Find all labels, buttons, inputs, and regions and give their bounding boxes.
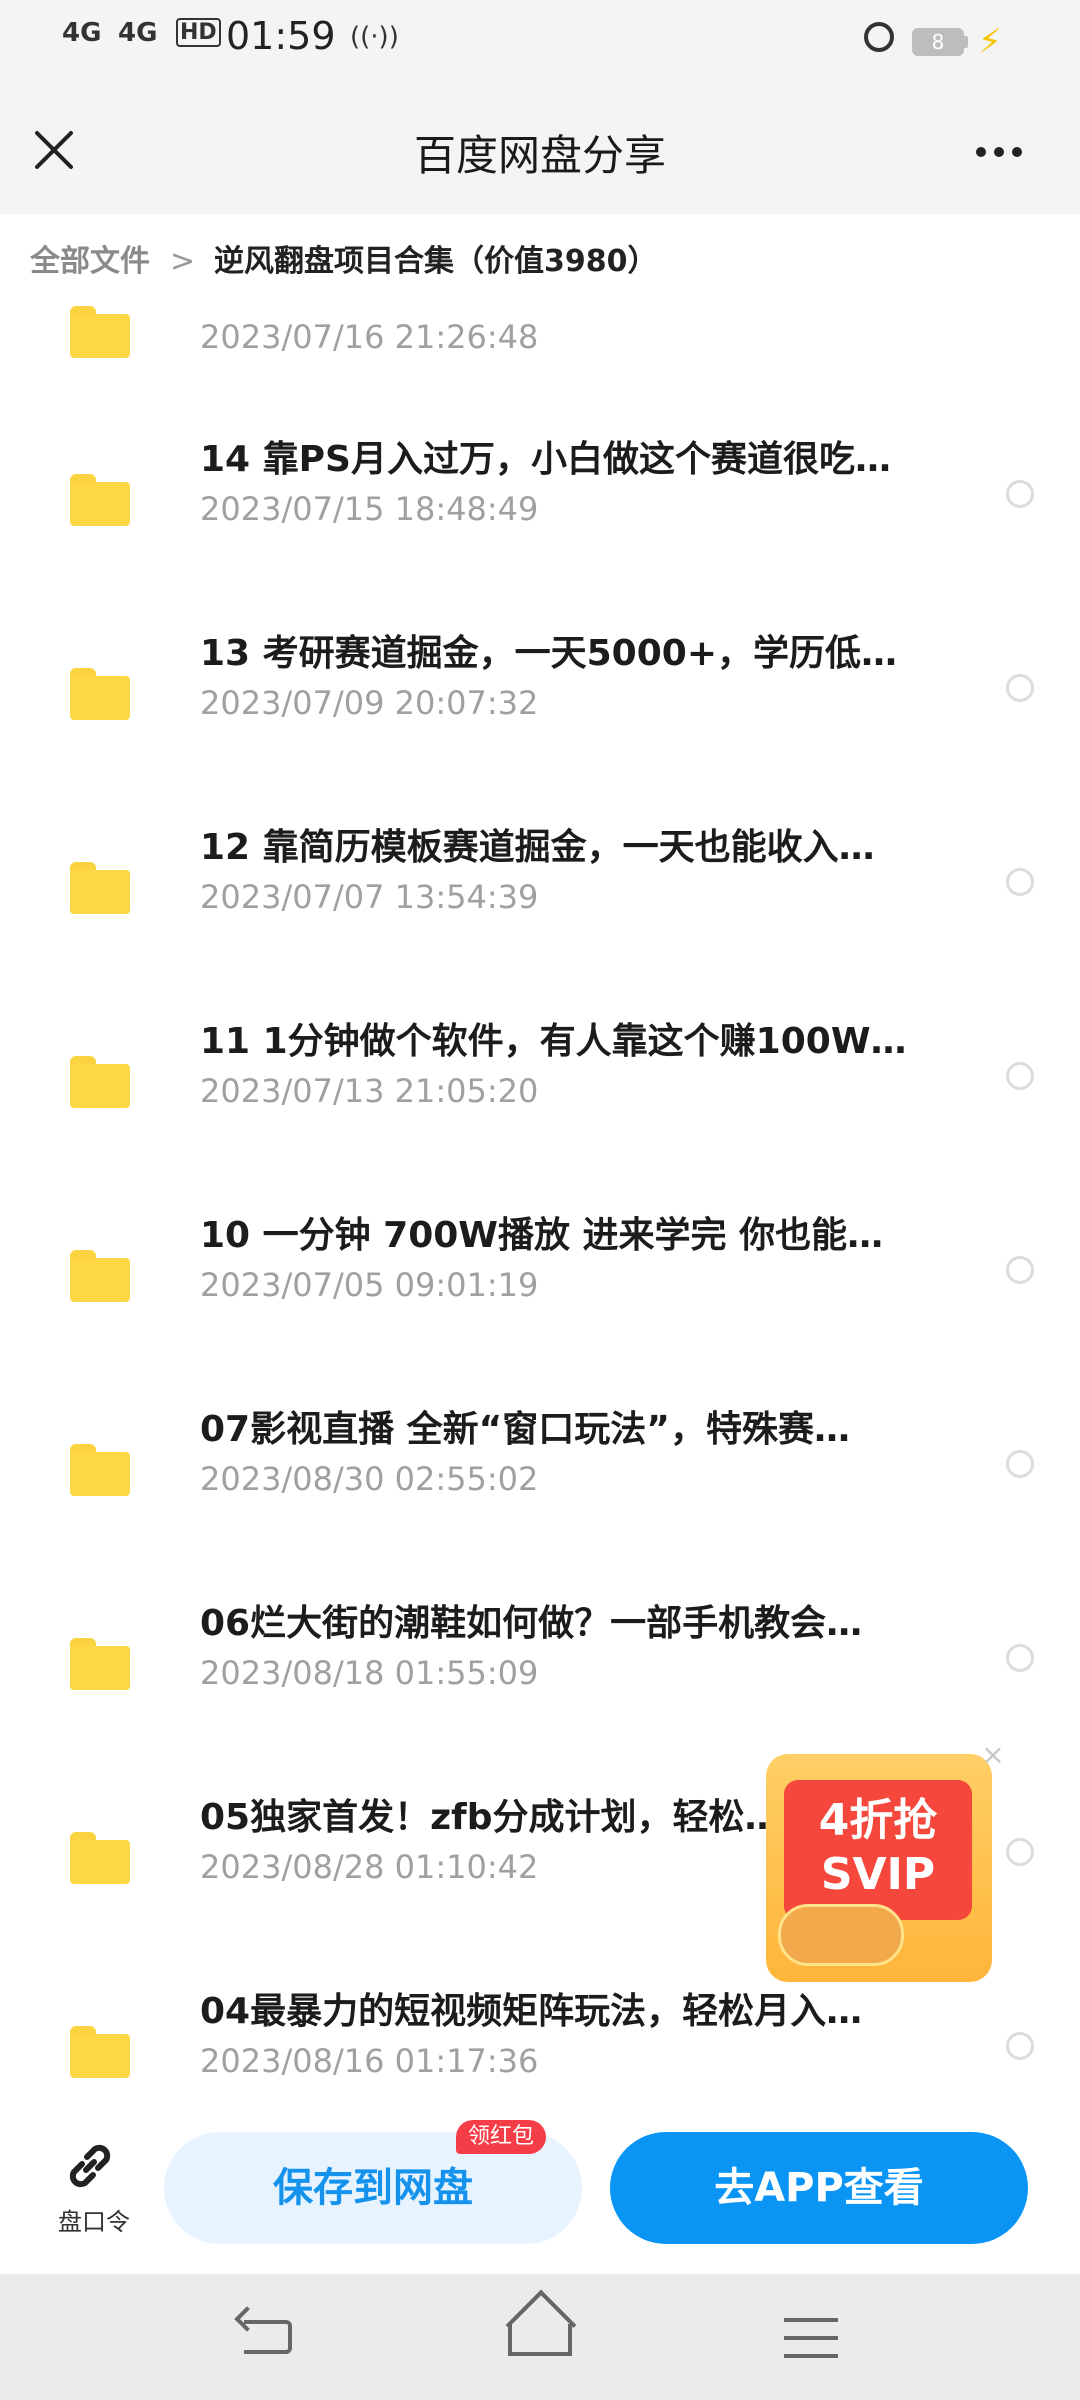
breadcrumb-current: 逆风翻盘项目合集（价值3980） <box>214 244 658 279</box>
battery-cap <box>964 36 968 48</box>
red-packet-badge: 领红包 <box>456 2120 547 2154</box>
link-label[interactable]: 盘口令 <box>58 2202 130 2237</box>
select-radio[interactable] <box>1006 674 1034 702</box>
file-time: 2023/07/13 21:05:20 <box>200 1072 539 1110</box>
select-radio[interactable] <box>1006 1450 1034 1478</box>
folder-icon <box>70 1056 130 1108</box>
list-item[interactable]: 13 考研赛道掘金，一天5000+，学历低… 2023/07/09 20:07:… <box>0 582 1080 776</box>
hd-badge: HD <box>176 18 221 47</box>
folder-icon <box>70 1444 130 1496</box>
promo-red-panel: 4折抢 SVIP <box>784 1780 972 1920</box>
list-item[interactable]: 12 靠简历模板赛道掘金，一天也能收入… 2023/07/07 13:54:39 <box>0 776 1080 970</box>
breadcrumb: 全部文件 > 逆风翻盘项目合集（价值3980） <box>0 214 1080 306</box>
status-bar: 4G 4G HD 01:59 ((·)) 8 ⚡ <box>0 0 1080 86</box>
clock: 01:59 <box>226 14 336 58</box>
folder-icon <box>70 2026 130 2078</box>
file-title: 10 一分钟 700W播放 进来学完 你也能… <box>200 1215 884 1256</box>
alarm-icon <box>864 22 894 52</box>
file-time: 2023/07/15 18:48:49 <box>200 490 539 528</box>
file-time: 2023/08/28 01:10:42 <box>200 1848 539 1886</box>
file-time: 2023/08/16 01:17:36 <box>200 2042 539 2080</box>
bottom-action-bar: 盘口令 保存到网盘 领红包 去APP查看 <box>0 2110 1080 2274</box>
file-title: 06烂大街的潮鞋如何做？一部手机教会… <box>200 1603 863 1644</box>
folder-icon <box>70 862 130 914</box>
list-item[interactable]: 10 一分钟 700W播放 进来学完 你也能… 2023/07/05 09:01… <box>0 1164 1080 1358</box>
file-title: 04最暴力的短视频矩阵玩法，轻松月入… <box>200 1991 863 2032</box>
system-nav-bar <box>0 2274 1080 2400</box>
breadcrumb-separator: > <box>170 244 196 279</box>
select-radio[interactable] <box>1006 480 1034 508</box>
list-item[interactable]: 11 1分钟做个软件，有人靠这个赚100W… 2023/07/13 21:05:… <box>0 970 1080 1164</box>
file-time: 2023/08/30 02:55:02 <box>200 1460 539 1498</box>
promo-line-2: SVIP <box>820 1849 936 1900</box>
back-icon[interactable] <box>244 2320 292 2354</box>
list-item[interactable]: 2023/07/16 21:26:48 <box>0 306 1080 388</box>
battery-icon: 8 <box>912 28 964 56</box>
menu-icon[interactable] <box>784 2318 838 2362</box>
home-icon[interactable] <box>508 2324 572 2356</box>
svip-promo-banner[interactable]: 4折抢 SVIP × <box>766 1741 1005 1986</box>
promo-line-1: 4折抢 <box>818 1795 938 1846</box>
list-item[interactable]: 06烂大街的潮鞋如何做？一部手机教会… 2023/08/18 01:55:09 <box>0 1552 1080 1746</box>
list-item[interactable]: 14 靠PS月入过万，小白做这个赛道很吃… 2023/07/15 18:48:4… <box>0 388 1080 582</box>
folder-icon <box>70 1832 130 1884</box>
file-title: 14 靠PS月入过万，小白做这个赛道很吃… <box>200 439 891 480</box>
file-title: 12 靠简历模板赛道掘金，一天也能收入… <box>200 827 875 868</box>
charging-icon: ⚡ <box>978 22 1002 62</box>
file-title: 07影视直播 全新“窗口玩法”，特殊赛… <box>200 1409 850 1450</box>
folder-icon <box>70 1638 130 1690</box>
file-time: 2023/07/07 13:54:39 <box>200 878 539 916</box>
signal-4g-2: 4G <box>118 18 158 48</box>
file-time: 2023/07/05 09:01:19 <box>200 1266 539 1304</box>
promo-card[interactable]: 4折抢 SVIP <box>766 1754 992 1982</box>
list-item[interactable]: 07影视直播 全新“窗口玩法”，特殊赛… 2023/08/30 02:55:02 <box>0 1358 1080 1552</box>
file-time: 2023/08/18 01:55:09 <box>200 1654 539 1692</box>
folder-icon <box>70 668 130 720</box>
select-radio[interactable] <box>1006 1062 1034 1090</box>
file-title: 11 1分钟做个软件，有人靠这个赚100W… <box>200 1021 907 1062</box>
select-radio[interactable] <box>1006 1644 1034 1672</box>
signal-4g-1: 4G <box>62 18 102 48</box>
folder-icon <box>70 1250 130 1302</box>
promo-close-icon[interactable]: × <box>980 1741 1006 1769</box>
file-title: 13 考研赛道掘金，一天5000+，学历低… <box>200 633 897 674</box>
page-title: 百度网盘分享 <box>413 131 666 180</box>
select-radio[interactable] <box>1006 1838 1034 1866</box>
breadcrumb-root[interactable]: 全部文件 <box>30 214 150 310</box>
folder-icon <box>70 306 130 358</box>
open-app-button[interactable]: 去APP查看 <box>610 2132 1028 2244</box>
link-icon[interactable] <box>60 2136 120 2196</box>
file-time: 2023/07/09 20:07:32 <box>200 684 539 722</box>
title-bar: 百度网盘分享 <box>0 86 1080 214</box>
folder-icon <box>70 474 130 526</box>
select-radio[interactable] <box>1006 1256 1034 1284</box>
network-icon: ((·)) <box>350 22 399 52</box>
coins-icon <box>778 1904 904 1966</box>
file-time: 2023/07/16 21:26:48 <box>200 318 539 356</box>
select-radio[interactable] <box>1006 2032 1034 2060</box>
more-icon[interactable] <box>976 142 1030 158</box>
select-radio[interactable] <box>1006 868 1034 896</box>
